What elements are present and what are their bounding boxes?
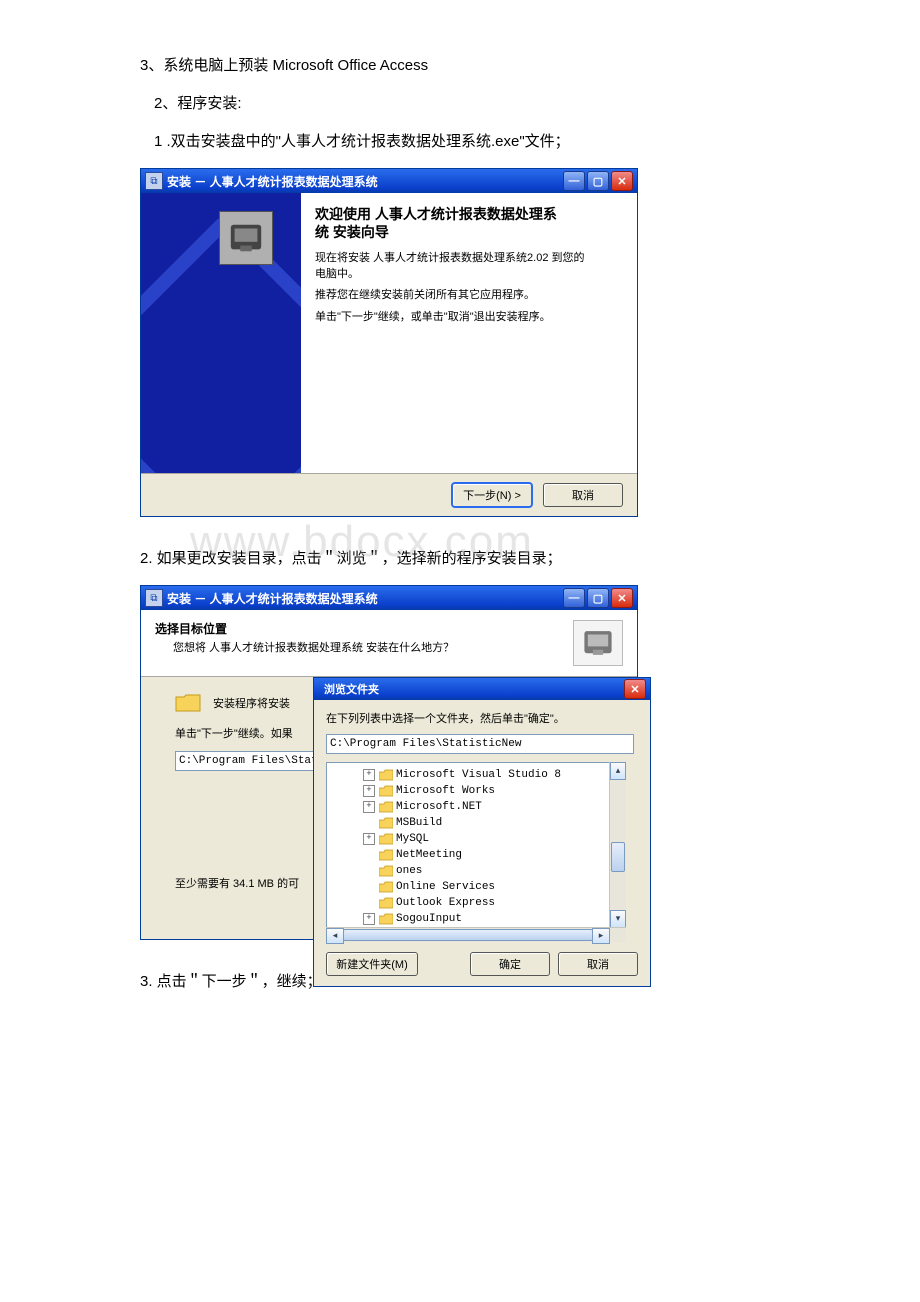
folder-icon bbox=[379, 881, 393, 893]
doc-line-2: 2、程序安装: bbox=[140, 92, 780, 116]
box-disk-icon bbox=[219, 211, 273, 265]
tree-item-label: Outlook Express bbox=[396, 895, 495, 911]
folder-icon bbox=[175, 693, 201, 713]
wizard-sidebar-graphic bbox=[141, 193, 301, 473]
doc-line-1: 3、系统电脑上预装 Microsoft Office Access bbox=[140, 54, 780, 78]
tree-item-label: Online Services bbox=[396, 879, 495, 895]
browse-folder-dialog: 浏览文件夹 ✕ 在下列列表中选择一个文件夹，然后单击"确定"。 C:\Progr… bbox=[313, 677, 651, 987]
window-title: 安装 － 人事人才统计报表数据处理系统 bbox=[167, 590, 563, 607]
folder-icon bbox=[379, 785, 393, 797]
tree-item[interactable]: + Microsoft Works bbox=[363, 783, 623, 799]
scroll-thumb[interactable] bbox=[611, 842, 625, 872]
tree-item-label: Microsoft.NET bbox=[396, 799, 482, 815]
header-subtitle: 您想将 人事人才统计报表数据处理系统 安装在什么地方？ bbox=[173, 639, 573, 655]
titlebar: ⧉ 安装 － 人事人才统计报表数据处理系统 — ▢ ✕ bbox=[141, 586, 637, 610]
tree-item-label: Microsoft Visual Studio 8 bbox=[396, 767, 561, 783]
folder-icon bbox=[379, 769, 393, 781]
welcome-text-3: 单击"下一步"继续，或单击"取消"退出安装程序。 bbox=[315, 310, 621, 325]
folder-icon bbox=[379, 849, 393, 861]
minimize-button[interactable]: — bbox=[563, 171, 585, 191]
close-button[interactable]: ✕ bbox=[624, 679, 646, 699]
tree-item[interactable]: + MySQL bbox=[363, 831, 623, 847]
welcome-heading: 欢迎使用 人事人才统计报表数据处理系 统 安装向导 bbox=[315, 205, 621, 241]
scroll-down-icon[interactable]: ▾ bbox=[610, 910, 626, 928]
tree-item[interactable]: ones bbox=[363, 863, 623, 879]
scroll-left-icon[interactable]: ◂ bbox=[326, 928, 344, 944]
scroll-thumb[interactable] bbox=[343, 929, 593, 941]
cancel-button[interactable]: 取消 bbox=[558, 952, 638, 976]
tree-item-label: MySQL bbox=[396, 831, 429, 847]
expand-icon[interactable]: + bbox=[363, 801, 375, 813]
scroll-right-icon[interactable]: ▸ bbox=[592, 928, 610, 944]
close-button[interactable]: ✕ bbox=[611, 171, 633, 191]
tree-item-label: NetMeeting bbox=[396, 847, 462, 863]
installer-icon: ⧉ bbox=[145, 172, 163, 190]
folder-icon bbox=[379, 897, 393, 909]
folder-icon bbox=[379, 913, 393, 925]
box-disk-icon bbox=[573, 620, 623, 666]
tree-item[interactable]: + SogouInput bbox=[363, 911, 623, 927]
tree-item-label: MSBuild bbox=[396, 815, 442, 831]
installer-window-location: ⧉ 安装 － 人事人才统计报表数据处理系统 — ▢ ✕ 选择目标位置 您想将 人… bbox=[140, 585, 638, 940]
expand-icon[interactable]: + bbox=[363, 785, 375, 797]
tree-item-label: SogouInput bbox=[396, 911, 462, 927]
minimize-button[interactable]: — bbox=[563, 588, 585, 608]
next-button[interactable]: 下一步(N) > bbox=[451, 482, 533, 508]
expand-icon[interactable]: + bbox=[363, 833, 375, 845]
tree-item[interactable]: Outlook Express bbox=[363, 895, 623, 911]
welcome-text-2: 推荐您在继续安装前关闭所有其它应用程序。 bbox=[315, 288, 621, 303]
header-title: 选择目标位置 bbox=[155, 620, 573, 637]
cancel-button[interactable]: 取消 bbox=[543, 483, 623, 507]
tree-item-label: ones bbox=[396, 863, 422, 879]
vertical-scrollbar[interactable]: ▴ ▾ bbox=[609, 762, 626, 928]
maximize-button[interactable]: ▢ bbox=[587, 171, 609, 191]
tree-item[interactable]: Online Services bbox=[363, 879, 623, 895]
doc-line-4: 2. 如果更改安装目录，点击＂浏览＂，选择新的程序安装目录； bbox=[140, 547, 780, 571]
install-path-input[interactable]: C:\Program Files\Statis bbox=[175, 751, 317, 771]
expand-icon[interactable]: + bbox=[363, 769, 375, 781]
tree-item-label: Microsoft Works bbox=[396, 783, 495, 799]
horizontal-scrollbar[interactable]: ◂ ▸ bbox=[326, 927, 626, 942]
close-button[interactable]: ✕ bbox=[611, 588, 633, 608]
ok-button[interactable]: 确定 bbox=[470, 952, 550, 976]
installer-icon: ⧉ bbox=[145, 589, 163, 607]
wizard-header: 选择目标位置 您想将 人事人才统计报表数据处理系统 安装在什么地方？ bbox=[141, 610, 637, 677]
new-folder-button[interactable]: 新建文件夹(M) bbox=[326, 952, 418, 976]
window-title: 安装 － 人事人才统计报表数据处理系统 bbox=[167, 173, 563, 190]
tree-item[interactable]: NetMeeting bbox=[363, 847, 623, 863]
browse-title: 浏览文件夹 bbox=[318, 681, 624, 697]
folder-icon bbox=[379, 865, 393, 877]
browse-path-input[interactable]: C:\Program Files\StatisticNew bbox=[326, 734, 634, 754]
installer-window-welcome: ⧉ 安装 － 人事人才统计报表数据处理系统 — ▢ ✕ 欢迎使用 人事人才统计报… bbox=[140, 168, 638, 517]
folder-icon bbox=[379, 817, 393, 829]
maximize-button[interactable]: ▢ bbox=[587, 588, 609, 608]
doc-line-3: 1 .双击安装盘中的"人事人才统计报表数据处理系统.exe"文件； bbox=[140, 130, 780, 154]
tree-item[interactable]: + Microsoft Visual Studio 8 bbox=[363, 767, 623, 783]
titlebar: ⧉ 安装 － 人事人才统计报表数据处理系统 — ▢ ✕ bbox=[141, 169, 637, 193]
welcome-text-1: 现在将安装 人事人才统计报表数据处理系统2.02 到您的 电脑中。 bbox=[315, 251, 621, 282]
tree-item[interactable]: MSBuild bbox=[363, 815, 623, 831]
expand-icon[interactable]: + bbox=[363, 913, 375, 925]
folder-tree[interactable]: + Microsoft Visual Studio 8 + Microsoft Wor… bbox=[326, 762, 626, 942]
tree-item[interactable]: + Microsoft.NET bbox=[363, 799, 623, 815]
browse-message: 在下列列表中选择一个文件夹，然后单击"确定"。 bbox=[326, 710, 638, 726]
folder-icon bbox=[379, 801, 393, 813]
scroll-up-icon[interactable]: ▴ bbox=[610, 762, 626, 780]
folder-icon bbox=[379, 833, 393, 845]
install-text: 安装程序将安装 bbox=[213, 695, 290, 711]
